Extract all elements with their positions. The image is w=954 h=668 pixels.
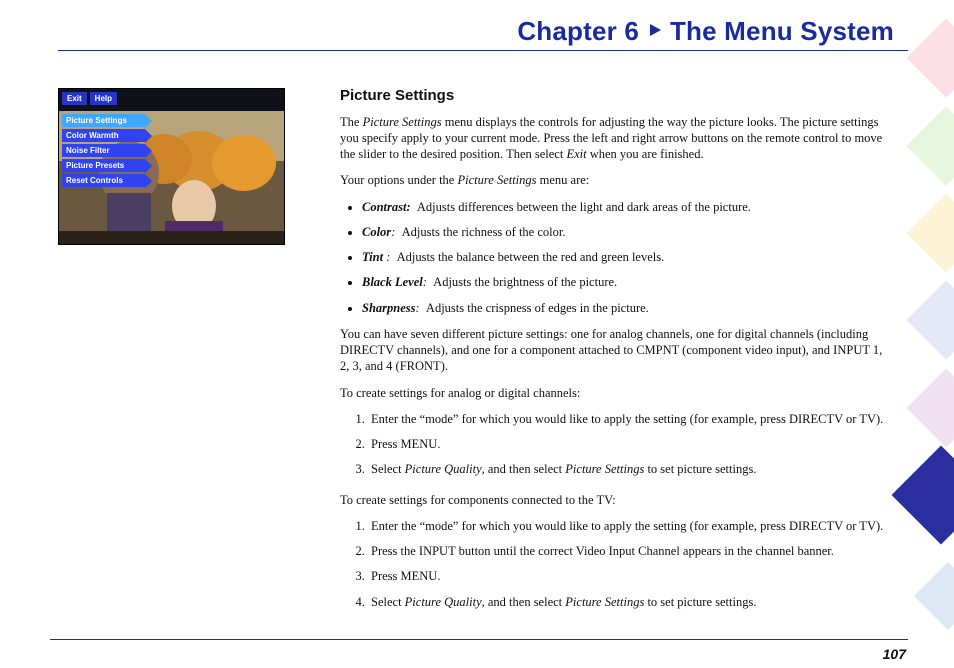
proc2-step: Press MENU. — [368, 568, 894, 584]
intro-paragraph: The Picture Settings menu displays the c… — [340, 114, 894, 163]
option-desc: Adjusts differences between the light an… — [417, 200, 751, 214]
seven-settings-paragraph: You can have seven different picture set… — [340, 326, 894, 375]
option-contrast: Contrast: Adjusts differences between th… — [362, 199, 894, 215]
chapter-name: The Menu System — [670, 16, 894, 46]
proc1-list: Enter the “mode” for which you would lik… — [340, 411, 894, 478]
option-sep: : — [391, 225, 395, 239]
option-desc: Adjusts the balance between the red and … — [397, 250, 665, 264]
figure-menu-noise-filter: Noise Filter — [62, 144, 145, 157]
chapter-separator-icon — [647, 14, 663, 45]
option-term: Sharpness — [362, 301, 416, 315]
option-desc: Adjusts the richness of the color. — [402, 225, 566, 239]
proc2-step: Press the INPUT button until the correct… — [368, 543, 894, 559]
figure-menu-reset-controls: Reset Controls — [62, 174, 145, 187]
option-sep: : — [423, 275, 427, 289]
chapter-label: Chapter 6 — [517, 16, 639, 46]
proc1-step: Enter the “mode” for which you would lik… — [368, 411, 894, 427]
option-black-level: Black Level: Adjusts the brightness of t… — [362, 274, 894, 290]
decor-diamonds — [894, 0, 954, 668]
option-desc: Adjusts the crispness of edges in the pi… — [426, 301, 649, 315]
figure-btn-help: Help — [90, 92, 117, 105]
option-term: Contrast: — [362, 200, 411, 214]
chapter-title: Chapter 6 The Menu System — [60, 14, 894, 47]
option-term: Tint — [362, 250, 383, 264]
proc1-step: Press MENU. — [368, 436, 894, 452]
proc2-lead: To create settings for components connec… — [340, 492, 894, 508]
content: Picture Settings The Picture Settings me… — [340, 86, 894, 624]
option-term: Color — [362, 225, 391, 239]
options-list: Contrast: Adjusts differences between th… — [340, 199, 894, 316]
section-heading: Picture Settings — [340, 86, 894, 106]
rule-bottom — [50, 639, 908, 640]
options-lead: Your options under the Picture Settings … — [340, 172, 894, 188]
figure-picture-settings: Exit Help Picture Settings Color Warmth … — [58, 88, 285, 245]
rule-top — [58, 50, 908, 51]
figure-menu-picture-settings: Picture Settings — [62, 114, 145, 127]
proc2-list: Enter the “mode” for which you would lik… — [340, 518, 894, 610]
page-number: 107 — [883, 646, 906, 662]
proc1-lead: To create settings for analog or digital… — [340, 385, 894, 401]
option-sep: : — [383, 250, 390, 264]
option-desc: Adjusts the brightness of the picture. — [433, 275, 617, 289]
figure-menu-color-warmth: Color Warmth — [62, 129, 145, 142]
proc2-step: Select Picture Quality, and then select … — [368, 594, 894, 610]
option-sep: : — [416, 301, 420, 315]
figure-menu-picture-presets: Picture Presets — [62, 159, 145, 172]
proc2-step: Enter the “mode” for which you would lik… — [368, 518, 894, 534]
figure-btn-exit: Exit — [62, 92, 87, 105]
option-tint: Tint : Adjusts the balance between the r… — [362, 249, 894, 265]
proc1-step: Select Picture Quality, and then select … — [368, 461, 894, 477]
option-color: Color: Adjusts the richness of the color… — [362, 224, 894, 240]
option-sharpness: Sharpness: Adjusts the crispness of edge… — [362, 300, 894, 316]
option-term: Black Level — [362, 275, 423, 289]
